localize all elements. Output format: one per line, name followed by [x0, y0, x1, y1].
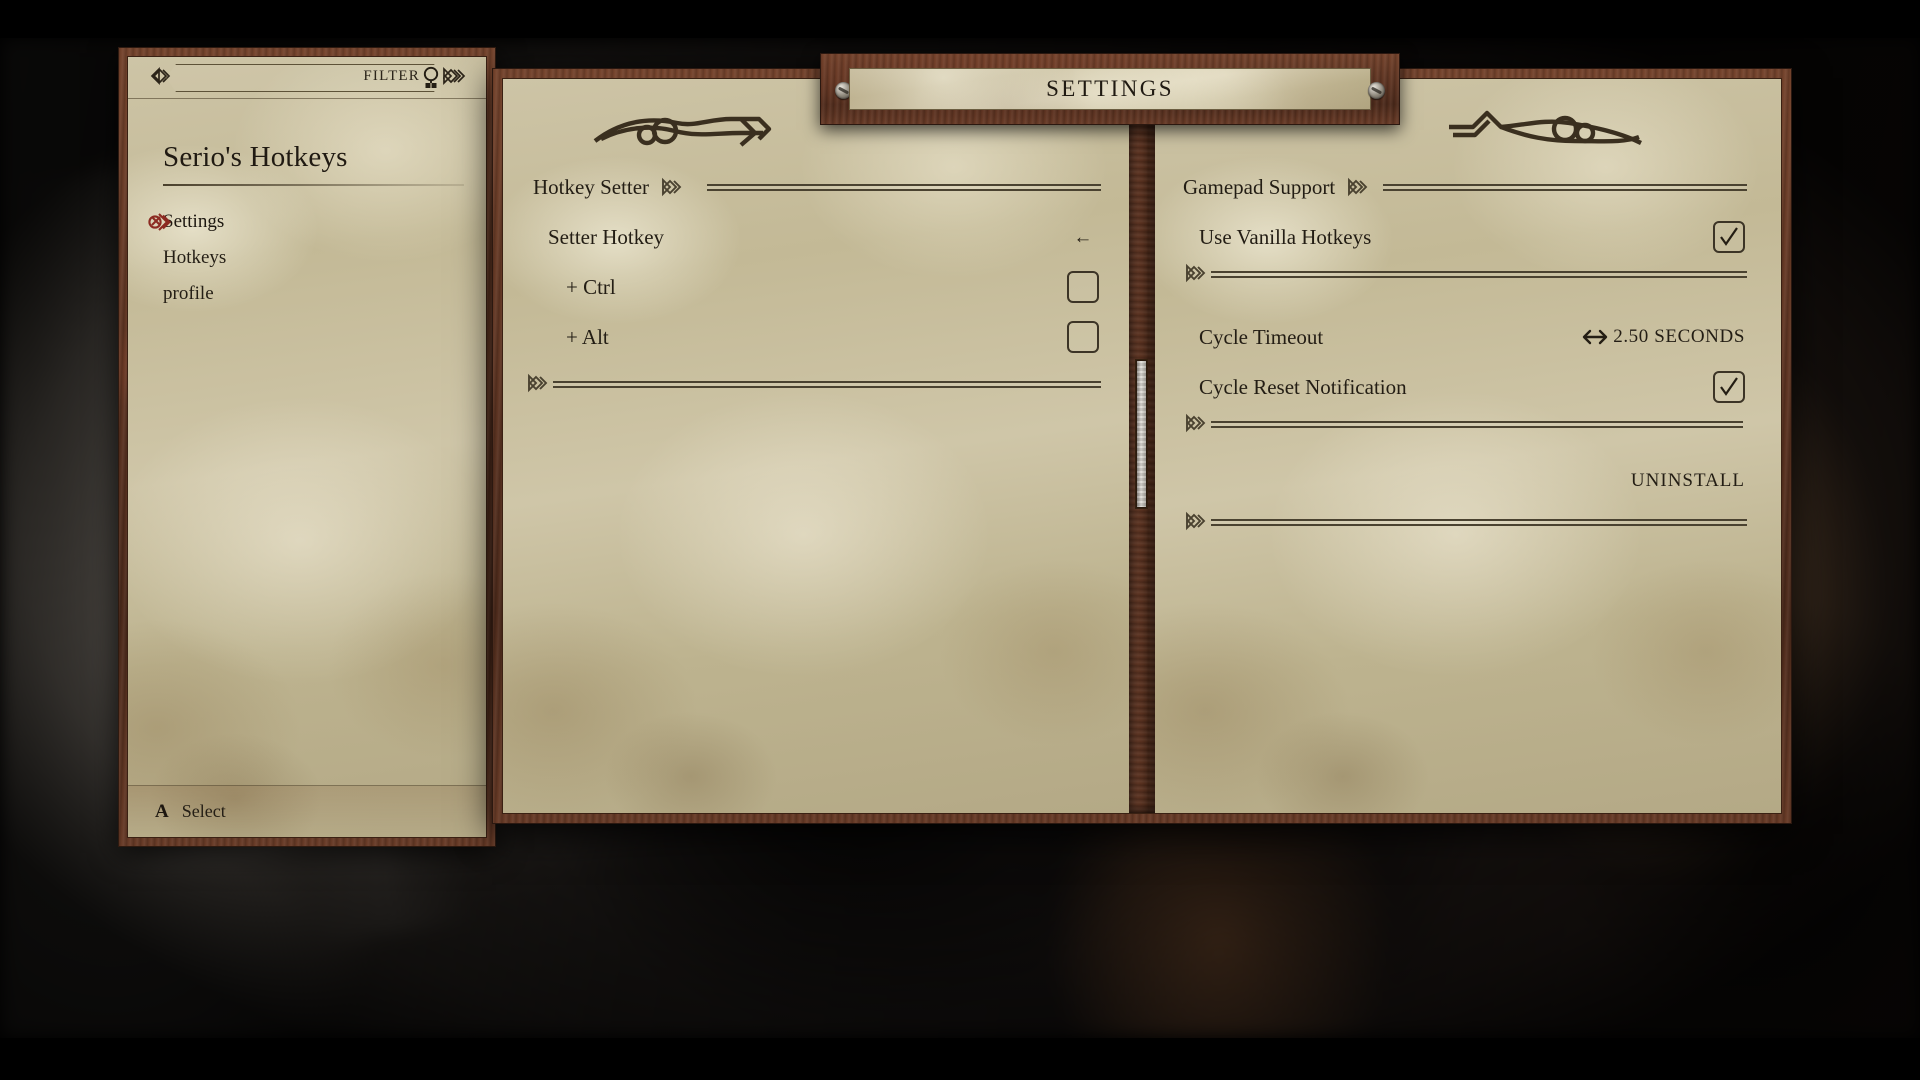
sidebar-item-label: profile: [163, 283, 214, 304]
setting-label: + Ctrl: [566, 274, 616, 299]
section-header-rule: [1383, 184, 1747, 191]
right-page: Gamepad Support Use Vanilla Hotkeys Cycl…: [1155, 79, 1781, 813]
section-separator: [1155, 413, 1781, 433]
section-header-hotkey-setter: Hotkey Setter: [503, 167, 1129, 207]
arrow-left-icon[interactable]: ←: [1073, 228, 1093, 247]
window-title-plaque: SETTINGS: [820, 53, 1400, 125]
checkbox-alt[interactable]: [1067, 321, 1099, 353]
separator-rule: [1211, 421, 1743, 428]
knot-ornament-icon: [661, 177, 685, 197]
section-header-label: Gamepad Support: [1183, 174, 1336, 199]
section-separator: [1155, 511, 1781, 531]
setting-label: Cycle Timeout: [1199, 324, 1324, 349]
checkbox-ctrl[interactable]: [1067, 271, 1099, 303]
filter-bar: FILTER: [128, 57, 486, 99]
cycle-timeout-value[interactable]: 2.50 SECONDS: [1582, 326, 1745, 348]
screw-icon: [1368, 82, 1385, 99]
mod-list-panel: FILTER Serio's Hotkeys Settings Hotkeys …: [118, 47, 496, 847]
book-pages: Hotkey Setter Setter Hotkey ← + Ctrl + A…: [502, 78, 1782, 814]
knot-marker-icon: [146, 211, 172, 233]
left-page: Hotkey Setter Setter Hotkey ← + Ctrl + A…: [503, 79, 1129, 813]
scrollbar-thumb[interactable]: [1137, 361, 1146, 507]
letterbox-bottom: [0, 1038, 1920, 1080]
setting-label: Setter Hotkey: [548, 224, 665, 249]
knot-ornament-icon: [1185, 511, 1209, 531]
separator-rule: [553, 381, 1101, 388]
knot-ornament-icon: [442, 66, 466, 86]
separator-rule: [1211, 271, 1747, 278]
setting-label: + Alt: [566, 324, 609, 349]
sidebar-item-profile[interactable]: profile: [128, 276, 486, 312]
settings-book: Hotkey Setter Setter Hotkey ← + Ctrl + A…: [492, 68, 1792, 824]
section-header-label: Hotkey Setter: [533, 174, 650, 199]
page-title: Serio's Hotkeys: [163, 141, 348, 173]
window-title: SETTINGS: [1046, 76, 1174, 101]
letterbox-top: [0, 0, 1920, 38]
slider-arrows-icon: [1582, 329, 1608, 345]
sidebar-item-label: Settings: [163, 211, 225, 232]
setting-label: Use Vanilla Hotkeys: [1199, 224, 1372, 249]
filter-magnifier-icon[interactable]: [420, 66, 442, 90]
setting-row-use-vanilla-hotkeys[interactable]: Use Vanilla Hotkeys: [1155, 217, 1781, 257]
setting-row-cycle-timeout[interactable]: Cycle Timeout 2.50 SECONDS: [1155, 317, 1781, 357]
mod-list-paper: FILTER Serio's Hotkeys Settings Hotkeys …: [127, 56, 487, 838]
section-header-gamepad-support: Gamepad Support: [1155, 167, 1781, 207]
separator-rule: [1211, 519, 1747, 526]
setting-label: Cycle Reset Notification: [1199, 374, 1407, 399]
section-separator: [1155, 263, 1781, 283]
setting-row-uninstall[interactable]: UNINSTALL: [1155, 461, 1781, 501]
uninstall-button[interactable]: UNINSTALL: [1631, 470, 1745, 492]
check-icon: [1720, 227, 1738, 246]
knot-ornament-icon: [527, 373, 551, 393]
window-title-field: SETTINGS: [849, 68, 1371, 110]
sidebar-item-label: Hotkeys: [163, 247, 227, 268]
setting-row-setter-hotkey[interactable]: Setter Hotkey ←: [503, 217, 1129, 257]
scrollbar-track[interactable]: [1135, 359, 1148, 509]
knotwork-flourish-icon: [1445, 107, 1645, 157]
knot-ornament-icon: [1347, 177, 1371, 197]
sidebar-footer: A Select: [128, 785, 486, 837]
book-spine: [1129, 79, 1155, 813]
sidebar-item-settings[interactable]: Settings: [128, 204, 486, 240]
setting-row-alt[interactable]: + Alt: [503, 317, 1129, 357]
knot-ornament-icon: [1185, 263, 1209, 283]
check-icon: [1720, 377, 1738, 396]
setting-row-ctrl[interactable]: + Ctrl: [503, 267, 1129, 307]
select-action-label[interactable]: Select: [182, 801, 226, 822]
section-header-rule: [707, 184, 1101, 191]
title-divider: [163, 184, 464, 186]
mod-list: Settings Hotkeys profile: [128, 204, 486, 312]
checkbox-cycle-reset-notification[interactable]: [1713, 371, 1745, 403]
sidebar-item-hotkeys[interactable]: Hotkeys: [128, 240, 486, 276]
cycle-timeout-text: 2.50 SECONDS: [1613, 326, 1745, 347]
knot-ornament-icon: [1185, 413, 1209, 433]
filter-label: FILTER: [363, 68, 420, 84]
game-screen: FILTER Serio's Hotkeys Settings Hotkeys …: [0, 0, 1920, 1080]
knotwork-flourish-icon: [591, 107, 781, 157]
section-separator: [503, 373, 1129, 393]
gamepad-a-button-icon: A: [155, 800, 169, 822]
checkbox-use-vanilla-hotkeys[interactable]: [1713, 221, 1745, 253]
setting-row-cycle-reset-notification[interactable]: Cycle Reset Notification: [1155, 367, 1781, 407]
